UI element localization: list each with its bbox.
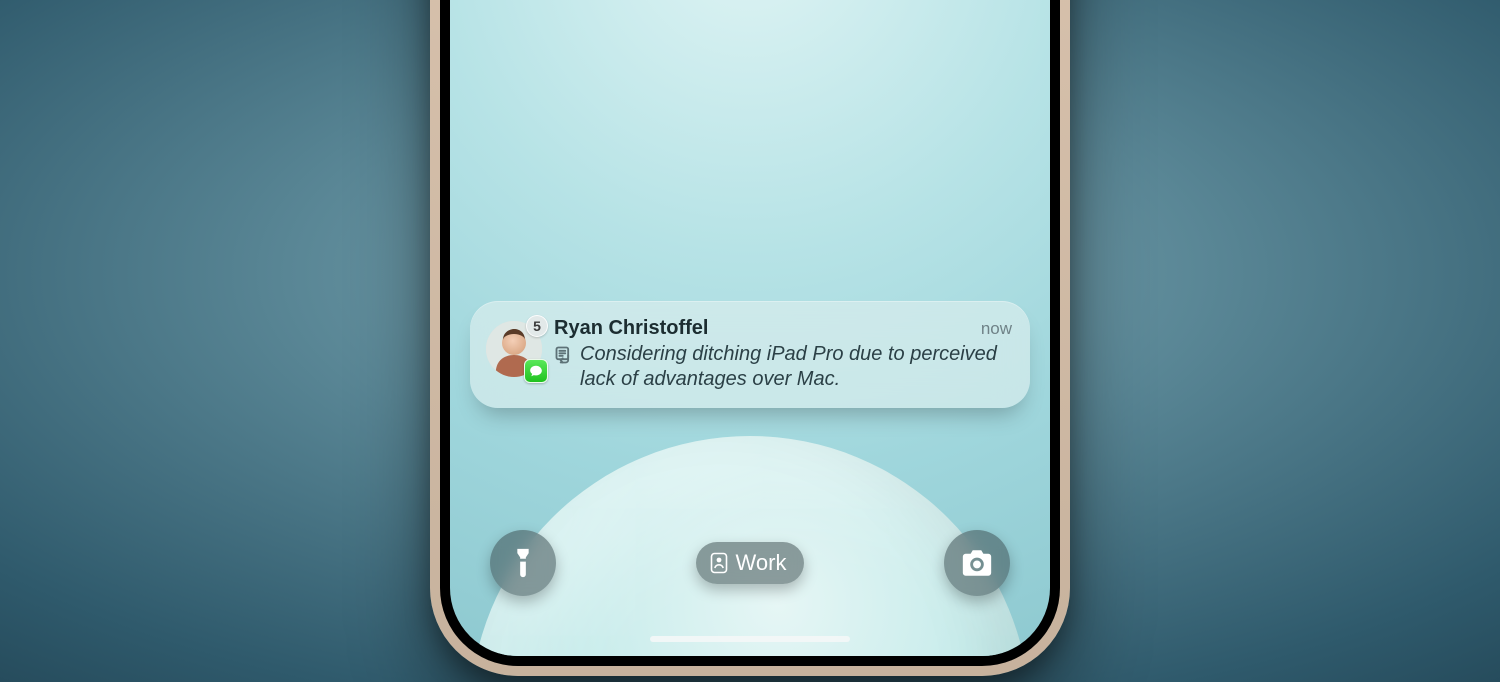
lockscreen-bottom-row: Work	[450, 530, 1050, 596]
iphone-frame: 5 Ryan Christoffel now	[430, 0, 1070, 676]
lock-screen: 5 Ryan Christoffel now	[450, 0, 1050, 656]
focus-mode-pill[interactable]: Work	[696, 542, 805, 584]
summary-icon	[554, 345, 574, 365]
notification-time: now	[981, 319, 1012, 339]
badge-id-icon	[710, 552, 728, 574]
notification-count: 5	[533, 318, 541, 334]
flashlight-icon	[506, 546, 540, 580]
notification-avatar: 5	[486, 321, 542, 377]
notification-sender: Ryan Christoffel	[554, 317, 708, 340]
notification-card[interactable]: 5 Ryan Christoffel now	[470, 301, 1030, 408]
camera-button[interactable]	[944, 530, 1010, 596]
flashlight-button[interactable]	[490, 530, 556, 596]
home-indicator[interactable]	[650, 636, 850, 642]
messages-app-badge	[524, 359, 548, 383]
camera-icon	[960, 546, 994, 580]
notification-count-badge: 5	[526, 315, 548, 337]
notification-summary: Considering ditching iPad Pro due to per…	[580, 342, 1012, 392]
focus-mode-label: Work	[736, 550, 787, 576]
notification-body: Ryan Christoffel now Considering ditchin…	[554, 317, 1012, 392]
